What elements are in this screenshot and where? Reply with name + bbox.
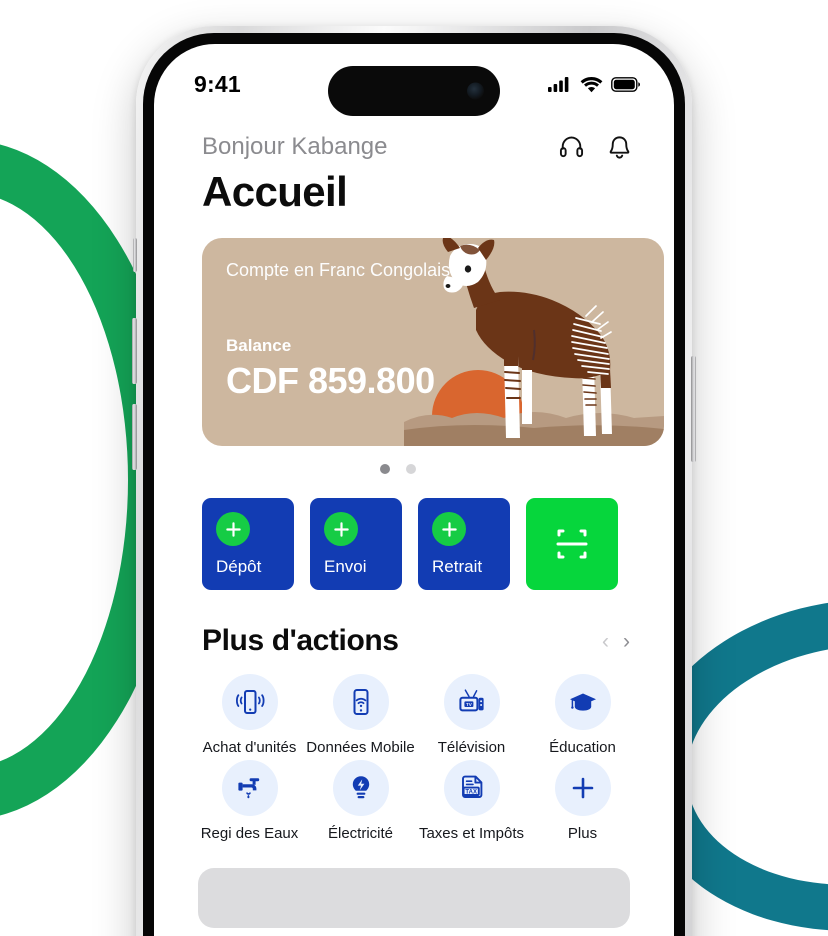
volume-down-button[interactable] [132, 404, 137, 470]
service-icon-bubble [332, 760, 389, 816]
plus-glyph [441, 521, 457, 537]
carousel-prev-button[interactable]: ‹ [602, 631, 609, 652]
carousel-dot-1[interactable] [380, 464, 390, 474]
phone-signal-icon [235, 690, 264, 714]
phone-wifi-icon [353, 689, 368, 715]
carousel-dot-2[interactable] [406, 464, 416, 474]
service-water[interactable]: Regi des Eaux [194, 760, 305, 842]
service-icon-bubble: TAX [443, 760, 500, 816]
withdraw-label: Retrait [432, 557, 483, 576]
bottom-partial-card[interactable] [198, 868, 630, 928]
plus-icon [572, 777, 593, 799]
phone-bezel: 9:41 Bonjour Kabange Accueil Compte en F… [132, 33, 696, 936]
lightbulb-bolt-icon [352, 776, 369, 799]
plus-icon [216, 512, 250, 546]
headset-icon [559, 136, 583, 157]
app-content: Bonjour Kabange Accueil Compte en Franc … [154, 106, 674, 936]
plus-glyph [333, 521, 349, 537]
balance-card[interactable]: Compte en Franc Congolais Balance CDF 85… [202, 238, 664, 446]
service-icon-bubble [554, 674, 611, 730]
service-icon-bubble [221, 674, 278, 730]
header-actions [556, 132, 634, 162]
deposit-button[interactable]: Dépôt [202, 498, 294, 590]
services-grid: Achat d'unités Données Mobile TV Télévis… [154, 658, 674, 842]
status-time: 9:41 [194, 70, 241, 97]
quick-actions-row: Dépôt Envoi Retrait [154, 474, 674, 590]
service-label: Regi des Eaux [200, 825, 299, 842]
service-label: Données Mobile [306, 739, 415, 756]
status-icons [548, 76, 640, 93]
service-label: Électricité [327, 825, 394, 842]
service-label: Taxes et Impôts [418, 825, 525, 842]
send-label: Envoi [324, 557, 367, 576]
service-mobile-data[interactable]: Données Mobile [305, 674, 416, 756]
more-actions-header: Plus d'actions ‹ › [154, 590, 674, 658]
svg-text:TV: TV [465, 702, 472, 707]
balance-label: Balance [226, 336, 292, 355]
service-label: Télévision [437, 739, 506, 756]
greeting-text: Bonjour Kabange [202, 133, 388, 160]
phone-device: 9:41 Bonjour Kabange Accueil Compte en F… [132, 26, 696, 936]
balance-amount: CDF 859.800 [226, 360, 435, 401]
carousel-next-button[interactable]: › [623, 631, 630, 652]
more-actions-title: Plus d'actions [202, 624, 399, 657]
svg-text:TAX: TAX [465, 789, 477, 795]
service-icon-bubble [332, 674, 389, 730]
support-headset-button[interactable] [556, 132, 586, 162]
cellular-signal-icon [548, 76, 569, 92]
service-icon-bubble [221, 760, 278, 816]
graduation-cap-icon [569, 693, 596, 711]
dynamic-island [328, 66, 500, 116]
volume-up-button[interactable] [132, 318, 137, 384]
phone-screen: 9:41 Bonjour Kabange Accueil Compte en F… [154, 44, 674, 936]
water-tap-icon [237, 778, 259, 799]
television-icon: TV [458, 689, 484, 712]
carousel-dots[interactable] [154, 464, 642, 474]
service-more[interactable]: Plus [527, 760, 638, 842]
service-label: Plus [567, 825, 598, 842]
front-camera-icon [467, 82, 484, 100]
service-label: Éducation [549, 739, 616, 756]
mute-switch-button[interactable] [133, 238, 137, 272]
service-icon-bubble [554, 760, 611, 816]
deposit-label: Dépôt [216, 557, 262, 576]
service-electricity[interactable]: Électricité [305, 760, 416, 842]
service-label: Achat d'unités [202, 739, 297, 756]
wifi-icon [580, 76, 603, 92]
qr-scan-icon [556, 529, 588, 559]
withdraw-button[interactable]: Retrait [418, 498, 510, 590]
screenshot-canvas: 9:41 Bonjour Kabange Accueil Compte en F… [0, 0, 828, 936]
page-title: Accueil [202, 168, 348, 215]
service-icon-bubble: TV [443, 674, 500, 730]
service-education[interactable]: Éducation [527, 674, 638, 756]
qr-scan-button[interactable] [526, 498, 618, 590]
notifications-bell-button[interactable] [604, 132, 634, 162]
account-type-label: Compte en Franc Congolais [226, 260, 451, 280]
send-button[interactable]: Envoi [310, 498, 402, 590]
plus-icon [324, 512, 358, 546]
service-television[interactable]: TV Télévision [416, 674, 527, 756]
plus-icon [432, 512, 466, 546]
service-taxes[interactable]: TAX Taxes et Impôts [416, 760, 527, 842]
battery-icon [611, 76, 640, 92]
power-button[interactable] [691, 356, 696, 462]
service-airtime[interactable]: Achat d'unités [194, 674, 305, 756]
more-actions-nav: ‹ › [602, 631, 630, 652]
balance-cards-carousel[interactable]: Compte en Franc Congolais Balance CDF 85… [154, 238, 674, 446]
plus-glyph [225, 521, 241, 537]
tax-document-icon: TAX [461, 775, 482, 798]
bell-icon [609, 135, 629, 159]
